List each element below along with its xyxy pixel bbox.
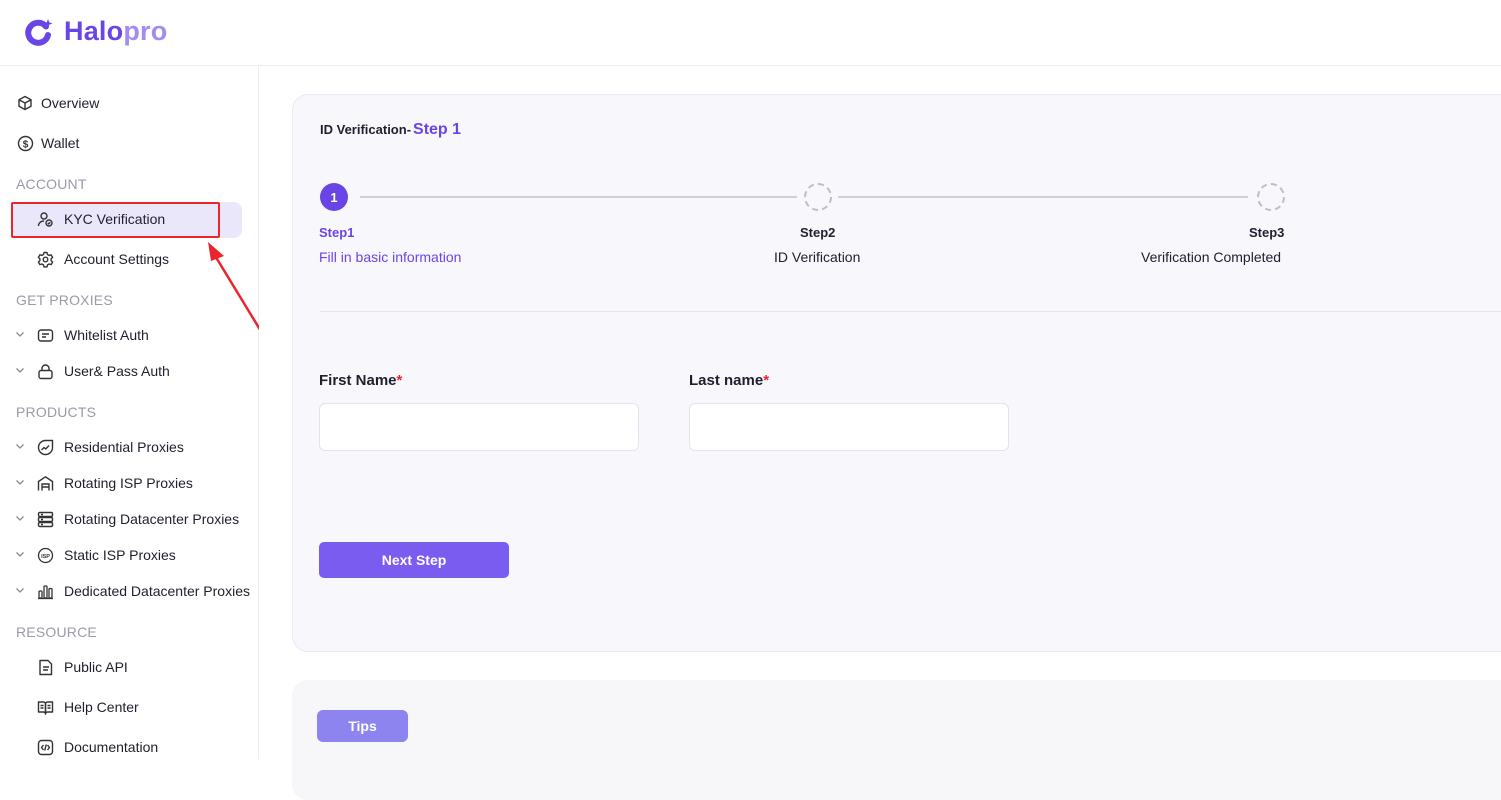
sidebar-item-label: Residential Proxies bbox=[64, 439, 184, 455]
step-1-label: Step1 bbox=[319, 225, 355, 240]
chevron-down-icon[interactable] bbox=[15, 549, 27, 561]
sidebar-item-overview[interactable]: Overview bbox=[0, 85, 259, 121]
logo[interactable]: Halopro bbox=[24, 16, 167, 47]
section-title-resource: RESOURCE bbox=[16, 624, 97, 640]
sidebar-item-label: Whitelist Auth bbox=[64, 327, 149, 343]
last-name-input[interactable] bbox=[689, 403, 1009, 451]
list-card-icon bbox=[36, 326, 54, 344]
chevron-down-icon[interactable] bbox=[15, 329, 27, 341]
step-connector-1 bbox=[360, 196, 797, 198]
bars-icon bbox=[36, 582, 54, 600]
section-title-get-proxies: GET PROXIES bbox=[16, 292, 113, 308]
step-2-description: ID Verification bbox=[774, 249, 861, 265]
sidebar-item-label: Rotating ISP Proxies bbox=[64, 475, 193, 491]
sidebar-item-residential-proxies[interactable]: Residential Proxies bbox=[0, 429, 259, 465]
sidebar-item-label: Account Settings bbox=[64, 251, 170, 267]
trend-circle-icon bbox=[36, 438, 54, 456]
step-1-indicator: 1 bbox=[320, 183, 348, 211]
first-name-label: First Name* bbox=[319, 372, 402, 389]
tips-button[interactable]: Tips bbox=[317, 710, 408, 742]
svg-text:$: $ bbox=[22, 139, 28, 150]
chevron-down-icon[interactable] bbox=[15, 513, 27, 525]
gear-icon bbox=[36, 250, 54, 268]
sidebar-item-label: Public API bbox=[64, 659, 128, 675]
required-mark: * bbox=[396, 372, 403, 389]
book-icon bbox=[36, 698, 54, 716]
required-mark: * bbox=[763, 372, 770, 389]
next-step-button[interactable]: Next Step bbox=[319, 542, 509, 578]
dollar-circle-icon: $ bbox=[16, 134, 34, 152]
tips-card: Tips bbox=[292, 680, 1501, 800]
divider bbox=[320, 311, 1501, 312]
last-name-label: Last name* bbox=[689, 372, 769, 389]
first-name-label-text: First Name bbox=[319, 372, 397, 389]
annotation-highlight-box bbox=[11, 202, 220, 238]
page-title-step: Step 1 bbox=[413, 121, 462, 138]
step-3-description: Verification Completed bbox=[1141, 249, 1282, 265]
chevron-down-icon[interactable] bbox=[15, 585, 27, 597]
top-bar: Halopro bbox=[0, 0, 1501, 66]
last-name-label-text: Last name bbox=[689, 372, 764, 389]
sidebar-item-label: User& Pass Auth bbox=[64, 363, 170, 379]
lock-icon bbox=[36, 362, 54, 380]
step-2-label: Step2 bbox=[800, 225, 836, 240]
sidebar-item-wallet[interactable]: $ Wallet bbox=[0, 125, 259, 161]
chevron-down-icon[interactable] bbox=[15, 441, 27, 453]
sidebar: Overview $ Wallet ACCOUNT KYC Verificati… bbox=[0, 66, 259, 759]
sidebar-item-user-pass-auth[interactable]: User& Pass Auth bbox=[0, 353, 259, 389]
logo-text: Halopro bbox=[64, 16, 167, 47]
sidebar-item-label: Dedicated Datacenter Proxies bbox=[64, 583, 250, 599]
sidebar-item-label: Overview bbox=[41, 95, 100, 111]
sidebar-item-label: Wallet bbox=[41, 135, 80, 151]
first-name-input[interactable] bbox=[319, 403, 639, 451]
code-icon bbox=[36, 738, 54, 756]
server-icon bbox=[36, 510, 54, 528]
sidebar-item-static-isp-proxies[interactable]: ISP Static ISP Proxies bbox=[0, 537, 259, 573]
sidebar-item-label: Help Center bbox=[64, 699, 139, 715]
isp-badge-icon: ISP bbox=[36, 546, 54, 564]
sidebar-item-help-center[interactable]: Help Center bbox=[0, 689, 259, 725]
sidebar-item-public-api[interactable]: Public API bbox=[0, 649, 259, 685]
sidebar-item-dedicated-datacenter-proxies[interactable]: Dedicated Datacenter Proxies bbox=[0, 573, 259, 609]
sidebar-item-label: Documentation bbox=[64, 739, 159, 755]
sidebar-item-label: Static ISP Proxies bbox=[64, 547, 176, 563]
chevron-down-icon[interactable] bbox=[15, 365, 27, 377]
sidebar-item-rotating-isp-proxies[interactable]: Rotating ISP Proxies bbox=[0, 465, 259, 501]
section-title-products: PRODUCTS bbox=[16, 404, 97, 420]
step-3-label: Step3 bbox=[1249, 225, 1285, 240]
document-icon bbox=[36, 658, 54, 676]
sidebar-item-documentation[interactable]: Documentation bbox=[0, 729, 259, 765]
svg-text:ISP: ISP bbox=[41, 553, 50, 559]
logo-icon bbox=[24, 17, 54, 47]
cube-icon bbox=[16, 94, 34, 112]
step-3-indicator bbox=[1257, 183, 1285, 211]
main-content: ID Verification- Step 1 1 Step1 Fill in b… bbox=[259, 66, 1501, 800]
chevron-down-icon[interactable] bbox=[15, 477, 27, 489]
page-title-prefix: ID Verification- bbox=[320, 122, 412, 137]
section-title-account: ACCOUNT bbox=[16, 176, 87, 192]
building-icon bbox=[36, 474, 54, 492]
page-title: ID Verification- Step 1 bbox=[320, 121, 461, 139]
sidebar-item-rotating-datacenter-proxies[interactable]: Rotating Datacenter Proxies bbox=[0, 501, 259, 537]
step-1-description: Fill in basic information bbox=[319, 249, 462, 265]
verification-card: ID Verification- Step 1 1 Step1 Fill in b… bbox=[292, 94, 1501, 652]
logo-text-pro: pro bbox=[123, 16, 168, 46]
logo-text-halo: Halo bbox=[64, 16, 124, 46]
step-connector-2 bbox=[838, 196, 1248, 198]
step-2-indicator bbox=[804, 183, 832, 211]
sidebar-item-label: Rotating Datacenter Proxies bbox=[64, 511, 240, 527]
